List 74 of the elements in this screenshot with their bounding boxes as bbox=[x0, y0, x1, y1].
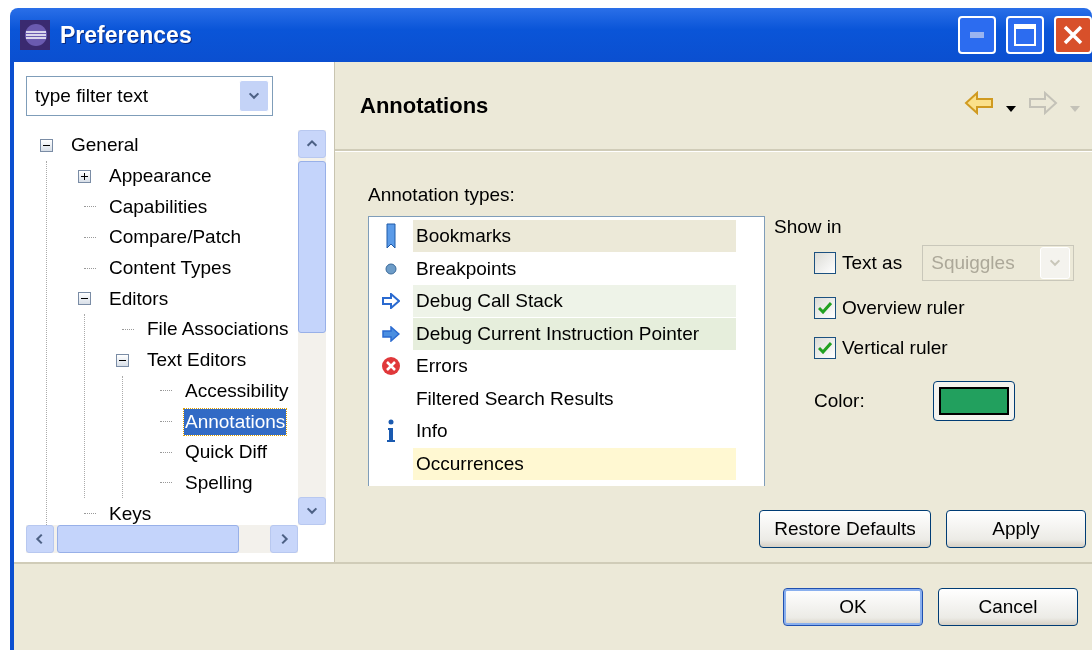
tree-item[interactable]: File Associations bbox=[146, 316, 290, 343]
checkbox-label[interactable]: Overview ruler bbox=[842, 297, 965, 319]
tree-item[interactable]: Text Editors bbox=[146, 347, 248, 374]
close-button[interactable] bbox=[1054, 16, 1092, 54]
right-arrow-icon bbox=[1028, 91, 1058, 115]
dot-icon bbox=[385, 262, 397, 275]
scroll-up-button[interactable] bbox=[298, 130, 326, 158]
minimize-icon bbox=[970, 32, 984, 38]
caret-icon bbox=[1070, 105, 1080, 112]
checkbox[interactable] bbox=[814, 297, 836, 319]
annotation-list[interactable]: Bookmarks Breakpoints Debug Call Stack Debug Current Instruction Pointer Errors Filtered Search Results Info Occurrences bbox=[368, 216, 765, 486]
tree-item[interactable]: Appearance bbox=[108, 163, 213, 190]
checkbox[interactable] bbox=[814, 252, 836, 274]
app-logo-icon bbox=[20, 20, 50, 50]
info-icon bbox=[386, 419, 396, 444]
list-item[interactable]: Debug Current Instruction Pointer bbox=[413, 317, 736, 350]
plus-icon bbox=[80, 171, 89, 181]
maximize-button[interactable] bbox=[1006, 16, 1044, 54]
scroll-left-button[interactable] bbox=[26, 525, 54, 553]
ok-button[interactable]: OK bbox=[783, 588, 923, 626]
checkbox-label[interactable]: Vertical ruler bbox=[842, 337, 948, 359]
bookmark-icon bbox=[386, 223, 396, 250]
filter-field[interactable]: type filter text bbox=[26, 76, 273, 116]
list-item[interactable]: Info bbox=[413, 415, 736, 448]
arrow-icon bbox=[382, 293, 400, 310]
check-icon bbox=[818, 302, 832, 314]
tree-item[interactable]: Content Types bbox=[108, 255, 233, 282]
filter-placeholder: type filter text bbox=[35, 85, 149, 107]
vertical-scrollbar[interactable] bbox=[298, 130, 326, 525]
maximize-icon bbox=[1014, 24, 1036, 46]
show-in-label: Show in bbox=[774, 216, 843, 238]
dropdown-button[interactable] bbox=[239, 80, 269, 112]
list-item[interactable]: Errors bbox=[413, 350, 736, 383]
page-title: Annotations bbox=[360, 92, 490, 119]
error-icon bbox=[381, 356, 401, 377]
left-arrow-icon bbox=[964, 91, 994, 115]
check-icon bbox=[818, 342, 832, 354]
scroll-thumb[interactable] bbox=[57, 525, 239, 553]
checkbox-label[interactable]: Text as bbox=[842, 252, 903, 274]
cancel-button[interactable]: Cancel bbox=[938, 588, 1078, 626]
arrow-icon bbox=[382, 325, 400, 342]
tree-item[interactable]: Keys bbox=[108, 500, 153, 525]
tree-item[interactable]: General bbox=[70, 132, 140, 159]
tree-item[interactable]: Quick Diff bbox=[184, 439, 268, 466]
collapse-toggle[interactable] bbox=[116, 353, 129, 367]
color-label: Color: bbox=[814, 390, 865, 412]
tree-item[interactable]: Capabilities bbox=[108, 193, 209, 220]
checkbox[interactable] bbox=[814, 337, 836, 359]
tree-item[interactable]: Spelling bbox=[184, 469, 254, 496]
window-title: Preferences bbox=[60, 21, 193, 49]
list-item[interactable]: Bookmarks bbox=[413, 220, 736, 253]
tree-item[interactable]: Annotations bbox=[184, 408, 287, 435]
list-item[interactable]: Debug Call Stack bbox=[413, 285, 736, 318]
color-picker-button[interactable] bbox=[932, 381, 1015, 421]
collapse-toggle[interactable] bbox=[40, 138, 53, 152]
tree-item[interactable]: Editors bbox=[108, 285, 170, 312]
caret-icon bbox=[1006, 105, 1016, 112]
collapse-toggle[interactable] bbox=[78, 292, 91, 306]
close-icon bbox=[1062, 24, 1084, 46]
expand-toggle[interactable] bbox=[78, 169, 91, 183]
tree-item[interactable]: Accessibility bbox=[184, 377, 290, 404]
scroll-down-button[interactable] bbox=[298, 497, 326, 525]
horizontal-scrollbar[interactable] bbox=[26, 525, 298, 553]
scroll-thumb[interactable] bbox=[298, 161, 326, 333]
list-label: Annotation types: bbox=[368, 184, 516, 206]
list-item[interactable]: Occurrences bbox=[413, 447, 736, 480]
list-item[interactable]: Filtered Search Results bbox=[413, 382, 736, 415]
scroll-right-button[interactable] bbox=[270, 525, 298, 553]
apply-button[interactable]: Apply bbox=[946, 510, 1086, 548]
dropdown-value: Squiggles bbox=[931, 252, 1016, 274]
tree-item[interactable]: Compare/Patch bbox=[108, 224, 242, 251]
list-item[interactable]: Breakpoints bbox=[413, 252, 736, 285]
minimize-button[interactable] bbox=[958, 16, 996, 54]
restore-defaults-button[interactable]: Restore Defaults bbox=[759, 510, 931, 548]
